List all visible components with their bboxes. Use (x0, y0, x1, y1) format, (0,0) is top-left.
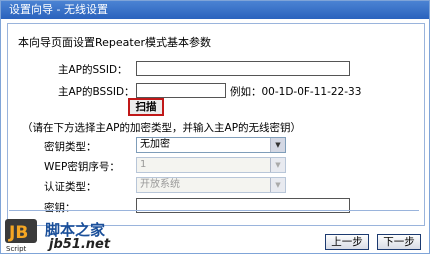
wep-index-value: 1 (140, 159, 147, 170)
watermark-url: jb51.net (49, 237, 111, 252)
wizard-panel: 本向导页面设置Repeater模式基本参数 主AP的SSID： 主AP的BSSI… (7, 23, 425, 226)
key-label: 密钥： (44, 202, 76, 214)
wep-index-select[interactable]: 1 ▼ (136, 157, 286, 173)
dropdown-arrow-icon[interactable]: ▼ (270, 138, 285, 152)
encryption-hint: （请在下方选择主AP的加密类型，并输入主AP的无线密钥） (22, 122, 302, 134)
dropdown-arrow-icon[interactable]: ▼ (270, 178, 285, 192)
next-button[interactable]: 下一步 (377, 234, 421, 250)
auth-type-label: 认证类型： (44, 181, 97, 193)
ssid-label: 主AP的SSID： (58, 64, 128, 76)
bottom-divider (9, 210, 419, 211)
auth-type-select[interactable]: 开放系统 ▼ (136, 177, 286, 193)
auth-type-value: 开放系统 (140, 179, 180, 190)
bssid-example: 例如：00-1D-0F-11-22-33 (230, 86, 362, 98)
logo-sub: Script (6, 245, 27, 253)
wizard-window: 设置向导 - 无线设置 本向导页面设置Repeater模式基本参数 主AP的SS… (0, 0, 430, 254)
page-heading: 本向导页面设置Repeater模式基本参数 (18, 36, 212, 49)
key-type-value: 无加密 (140, 139, 170, 150)
window-title: 设置向导 - 无线设置 (1, 1, 429, 19)
scan-button[interactable]: 扫描 (128, 98, 164, 116)
wep-index-label: WEP密钥序号： (44, 161, 120, 173)
dropdown-arrow-icon[interactable]: ▼ (270, 158, 285, 172)
bssid-label: 主AP的BSSID： (58, 86, 135, 98)
key-type-label: 密钥类型： (44, 141, 97, 153)
key-type-select[interactable]: 无加密 ▼ (136, 137, 286, 153)
ssid-input[interactable] (136, 61, 350, 76)
site-logo-icon: JB Script (5, 219, 37, 253)
bssid-input[interactable] (136, 83, 226, 98)
logo-letters: JB (8, 223, 28, 243)
prev-button[interactable]: 上一步 (325, 234, 369, 250)
